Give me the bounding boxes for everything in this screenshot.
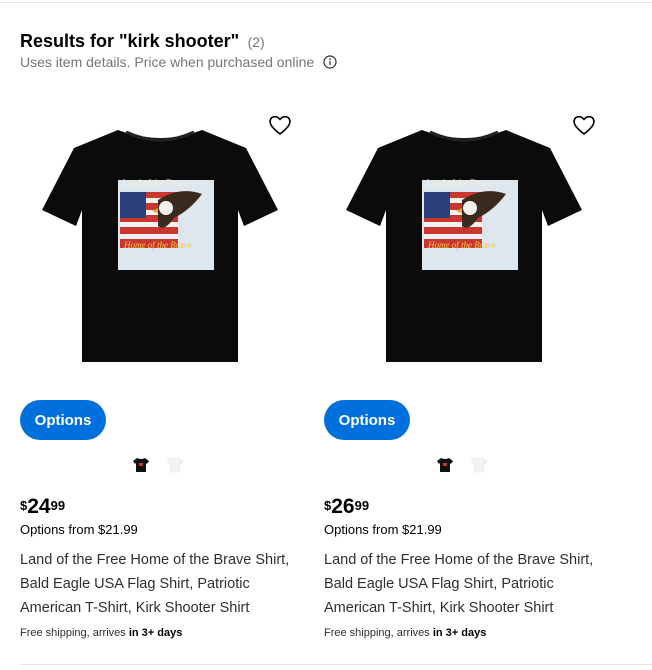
- price-cents: 99: [50, 498, 66, 513]
- price-currency: $: [324, 498, 332, 513]
- price-cents: 99: [354, 498, 370, 513]
- shipping-info: Free shipping, arrives in 3+ days: [20, 627, 182, 639]
- shipping-eta: in 3+ days: [128, 627, 183, 639]
- color-swatches: [132, 457, 184, 473]
- white-shirt-swatch[interactable]: [166, 457, 184, 473]
- options-button[interactable]: Options: [324, 400, 410, 440]
- price: $ 24 99: [20, 496, 65, 518]
- results-title: Results for "kirk shooter": [20, 31, 240, 51]
- print-text-top: Land of the Free: [121, 178, 182, 188]
- price-currency: $: [20, 498, 28, 513]
- white-shirt-swatch[interactable]: [470, 457, 488, 473]
- print-text-bottom: Home of the Brave: [427, 240, 496, 250]
- shipping-prefix: Free shipping, arrives: [324, 627, 433, 639]
- options-button[interactable]: Options: [20, 400, 106, 440]
- results-count: (2): [247, 34, 265, 50]
- results-subtitle-text: Uses item details. Price when purchased …: [20, 54, 315, 70]
- product-image[interactable]: Land of the Free Home of the Brave: [344, 122, 584, 364]
- price-dollars: 24: [27, 495, 51, 518]
- product-card[interactable]: Land of the Free Home of the Brave Optio…: [324, 100, 614, 650]
- color-swatches: [436, 457, 488, 473]
- info-icon[interactable]: [323, 55, 337, 69]
- product-title[interactable]: Land of the Free Home of the Brave Shirt…: [20, 548, 300, 620]
- shipping-eta: in 3+ days: [432, 627, 487, 639]
- black-shirt-swatch[interactable]: [132, 457, 150, 473]
- product-card[interactable]: Land of the Free Home of the Brave Optio…: [20, 100, 310, 650]
- shipping-prefix: Free shipping, arrives: [20, 627, 129, 639]
- product-title[interactable]: Land of the Free Home of the Brave Shirt…: [324, 548, 604, 620]
- black-shirt-swatch[interactable]: [436, 457, 454, 473]
- results-subtitle: Uses item details. Price when purchased …: [20, 54, 337, 70]
- results-header: Results for "kirk shooter" (2): [20, 31, 640, 52]
- price-dollars: 26: [331, 495, 355, 518]
- product-image[interactable]: Land of the Free Home of the Brave: [40, 122, 280, 364]
- options-from-price: Options from $21.99: [20, 522, 138, 537]
- shipping-info: Free shipping, arrives in 3+ days: [324, 627, 486, 639]
- print-text-top: Land of the Free: [425, 178, 486, 188]
- print-text-bottom: Home of the Brave: [123, 240, 192, 250]
- price: $ 26 99: [324, 496, 369, 518]
- options-from-price: Options from $21.99: [324, 522, 442, 537]
- top-divider: [0, 2, 652, 3]
- bottom-divider: [20, 664, 652, 665]
